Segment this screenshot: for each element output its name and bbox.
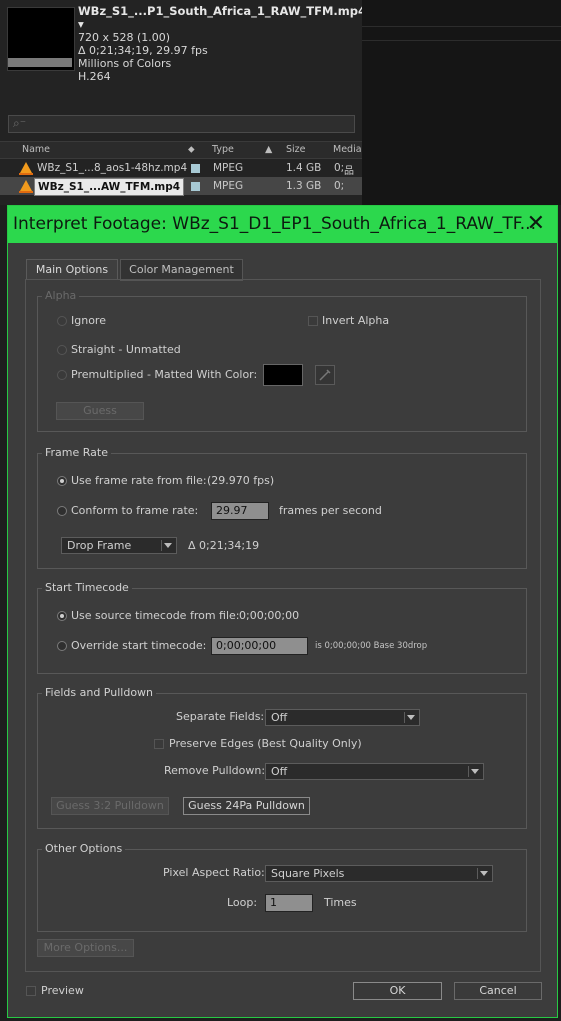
use-frame-rate-radio[interactable] xyxy=(57,476,67,486)
search-icon: ⌕⁻ xyxy=(13,116,27,130)
separate-fields-select[interactable]: Off xyxy=(265,709,420,726)
row-name: WBz_S1_...8_aos1-48hz.mp4 xyxy=(37,162,188,174)
pixel-aspect-ratio-value: Square Pixels xyxy=(271,867,345,880)
label-swatch xyxy=(191,164,200,173)
row-name[interactable]: WBz_S1_...AW_TFM.mp4 xyxy=(34,178,185,196)
ok-button[interactable]: OK xyxy=(353,982,442,1000)
project-row[interactable]: WBz_S1_...8_aos1-48hz.mp4 MPEG 1.4 GB 0; xyxy=(0,159,362,177)
footage-dimensions: 720 x 528 (1.00) xyxy=(78,31,171,44)
tab-color-management[interactable]: Color Management xyxy=(120,259,243,281)
start-timecode-label: Start Timecode xyxy=(42,581,132,594)
source-timecode-value: 0;00;00;00 xyxy=(239,609,300,622)
hierarchy-icon[interactable]: 品 xyxy=(344,162,354,177)
loop-count-input[interactable]: 1 xyxy=(265,894,313,912)
column-media[interactable]: Media xyxy=(333,144,362,155)
remove-pulldown-label: Remove Pulldown: xyxy=(164,764,266,777)
project-row-selected[interactable]: WBz_S1_...AW_TFM.mp4 MPEG 1.3 GB 0; xyxy=(0,177,362,196)
project-panel: WBz_S1_...P1_South_Africa_1_RAW_TFM.mp4 … xyxy=(0,0,366,205)
fields-pulldown-label: Fields and Pulldown xyxy=(42,686,157,699)
row-media: 0; xyxy=(334,162,345,174)
conform-frame-rate-input[interactable]: 29.97 xyxy=(211,502,269,520)
chevron-down-icon xyxy=(164,543,172,548)
remove-pulldown-value: Off xyxy=(271,765,288,778)
ignore-radio[interactable] xyxy=(57,316,67,326)
dialog-title: Interpret Footage: WBz_S1_D1_EP1_South_A… xyxy=(13,214,536,234)
use-source-label: Use source timecode from file: xyxy=(71,609,240,622)
thumbnail-bar xyxy=(8,58,72,67)
drop-frame-value: Drop Frame xyxy=(67,539,132,552)
project-column-header: Name ⬥ Type ▲ Size Media xyxy=(0,141,362,159)
override-timecode-radio[interactable] xyxy=(57,641,67,651)
override-label: Override start timecode: xyxy=(71,639,207,652)
guess-24pa-pulldown-button[interactable]: Guess 24Pa Pulldown xyxy=(183,797,310,815)
row-size: 1.3 GB xyxy=(286,180,322,192)
guess-32-pulldown-button[interactable]: Guess 3:2 Pulldown xyxy=(51,797,169,815)
dialog-titlebar[interactable]: Interpret Footage: WBz_S1_D1_EP1_South_A… xyxy=(8,206,557,243)
footage-info: WBz_S1_...P1_South_Africa_1_RAW_TFM.mp4 … xyxy=(78,5,366,84)
loop-label: Loop: xyxy=(227,896,258,909)
cancel-button[interactable]: Cancel xyxy=(454,982,542,1000)
row-type: MPEG xyxy=(213,180,244,192)
ignore-label: Ignore xyxy=(71,314,106,327)
sort-ascending-icon: ▲ xyxy=(265,144,273,155)
straight-radio[interactable] xyxy=(57,345,67,355)
duration-readout: Δ 0;21;34;19 xyxy=(188,539,260,552)
timecode-base-note: is 0;00;00;00 Base 30drop xyxy=(315,641,428,651)
footage-codec: H.264 xyxy=(78,70,111,83)
premultiplied-radio[interactable] xyxy=(57,370,67,380)
close-icon[interactable]: ✕ xyxy=(527,211,545,237)
premultiplied-label: Premultiplied - Matted With Color: xyxy=(71,368,258,381)
drop-frame-select[interactable]: Drop Frame xyxy=(61,537,177,554)
label-tag-icon[interactable]: ⬥ xyxy=(188,144,195,155)
pixel-aspect-ratio-label: Pixel Aspect Ratio: xyxy=(163,866,265,879)
project-search-input[interactable]: ⌕⁻ xyxy=(8,115,355,133)
column-name[interactable]: Name xyxy=(22,144,50,155)
other-options-group xyxy=(37,849,527,932)
more-options-button[interactable]: More Options... xyxy=(37,939,134,957)
other-options-label: Other Options xyxy=(42,842,126,855)
frames-per-second-label: frames per second xyxy=(279,504,382,517)
invert-alpha-label: Invert Alpha xyxy=(322,314,390,327)
straight-label: Straight - Unmatted xyxy=(71,343,181,356)
frame-rate-label: Frame Rate xyxy=(42,446,111,459)
preview-checkbox[interactable] xyxy=(26,986,36,996)
footage-duration: Δ 0;21;34;19, 29.97 fps xyxy=(78,44,208,57)
file-frame-rate-value: (29.970 fps) xyxy=(207,474,275,487)
times-label: Times xyxy=(324,896,357,909)
label-swatch xyxy=(191,182,200,191)
vlc-cone-icon xyxy=(19,180,33,193)
separate-fields-label: Separate Fields: xyxy=(176,710,265,723)
eyedropper-icon[interactable] xyxy=(315,365,335,385)
tab-main-options[interactable]: Main Options xyxy=(26,259,118,280)
column-size[interactable]: Size xyxy=(286,144,306,155)
chevron-down-icon xyxy=(480,871,488,876)
column-type[interactable]: Type xyxy=(212,144,234,155)
pixel-aspect-ratio-select[interactable]: Square Pixels xyxy=(265,865,493,882)
footage-name[interactable]: WBz_S1_...P1_South_Africa_1_RAW_TFM.mp4 … xyxy=(78,5,366,31)
vlc-cone-icon xyxy=(19,162,33,175)
guess-alpha-button[interactable]: Guess xyxy=(56,402,144,420)
start-timecode-group xyxy=(37,588,527,674)
use-frame-rate-label: Use frame rate from file: xyxy=(71,474,207,487)
chevron-down-icon xyxy=(407,715,415,720)
remove-pulldown-select[interactable]: Off xyxy=(265,763,484,780)
preview-label: Preview xyxy=(41,984,84,997)
preserve-edges-label: Preserve Edges (Best Quality Only) xyxy=(169,737,362,750)
alpha-label: Alpha xyxy=(42,289,80,302)
matte-color-swatch[interactable] xyxy=(263,364,303,386)
row-size: 1.4 GB xyxy=(286,162,322,174)
separate-fields-value: Off xyxy=(271,711,288,724)
adjacent-panel xyxy=(362,0,561,205)
chevron-down-icon xyxy=(471,769,479,774)
invert-alpha-checkbox[interactable] xyxy=(308,316,318,326)
footage-colors: Millions of Colors xyxy=(78,57,172,70)
row-type: MPEG xyxy=(213,162,244,174)
override-timecode-input[interactable]: 0;00;00;00 xyxy=(211,637,308,655)
preserve-edges-checkbox[interactable] xyxy=(154,739,164,749)
row-media: 0; xyxy=(334,180,345,192)
conform-label: Conform to frame rate: xyxy=(71,504,199,517)
conform-frame-rate-radio[interactable] xyxy=(57,506,67,516)
interpret-footage-dialog: Interpret Footage: WBz_S1_D1_EP1_South_A… xyxy=(7,205,558,1018)
use-source-timecode-radio[interactable] xyxy=(57,611,67,621)
